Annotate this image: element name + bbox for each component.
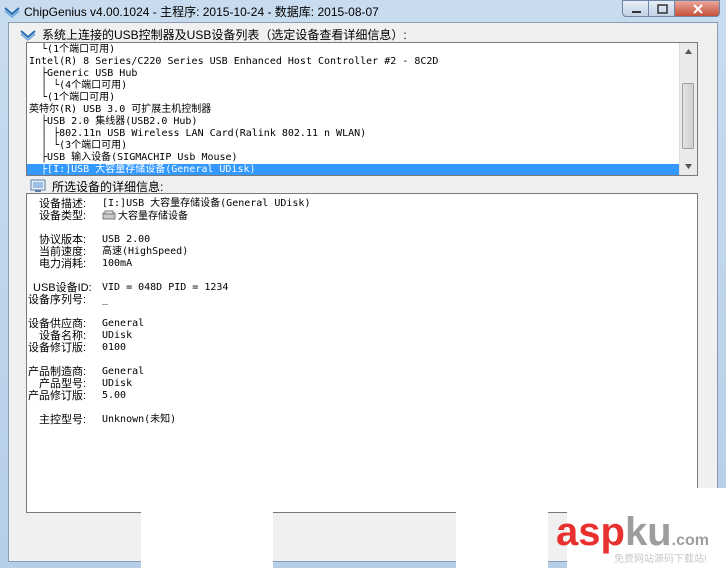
minimize-icon xyxy=(632,11,641,13)
field-value: VID = 048D PID = 1234 xyxy=(102,282,229,293)
maximize-button[interactable] xyxy=(648,0,675,17)
field-label: 设备描述: xyxy=(39,198,87,210)
maximize-icon xyxy=(657,4,668,14)
field-value: 100mA xyxy=(102,258,133,269)
field-value: 高速(HighSpeed) xyxy=(102,246,189,257)
list-item[interactable]: └(1个端口可用) xyxy=(29,92,115,104)
watermark-subtitle: 免费网站源码下载站! xyxy=(614,554,707,565)
field-value: Unknown(未知) xyxy=(102,414,177,425)
list-item[interactable]: ├Generic USB Hub xyxy=(29,68,137,80)
app-icon xyxy=(4,7,20,18)
scroll-down-icon[interactable] xyxy=(680,158,697,175)
field-label: 设备修订版: xyxy=(28,342,87,354)
field-value: [I:]USB 大容量存储设备(General UDisk) xyxy=(102,198,311,209)
list-item[interactable]: │ ├802.11n USB Wireless LAN Card(Ralink … xyxy=(29,128,366,140)
storage-device-icon xyxy=(102,210,116,220)
field-label: 设备名称: xyxy=(39,330,87,342)
field-label: 电力消耗: xyxy=(39,258,87,270)
field-value: 0100 xyxy=(102,342,127,353)
list-item[interactable]: ├USB 2.0 集线器(USB2.0 Hub) xyxy=(29,116,197,128)
list-item[interactable]: ├USB 输入设备(SIGMACHIP Usb Mouse) xyxy=(29,152,238,164)
field-value: UDisk xyxy=(102,330,133,341)
list-item[interactable]: └(1个端口可用) xyxy=(29,44,115,56)
field-value: 5.00 xyxy=(102,390,127,401)
field-label: 产品型号: xyxy=(39,378,87,390)
field-label: 当前速度: xyxy=(39,246,87,258)
field-value: USB 2.00 xyxy=(102,234,151,245)
redaction-block xyxy=(456,503,548,568)
device-list-scrollbar[interactable] xyxy=(679,43,697,175)
field-value: General xyxy=(102,366,145,377)
close-icon xyxy=(693,4,703,14)
window-title: ChipGenius v4.00.1024 - 主程序: 2015-10-24 … xyxy=(24,5,379,19)
list-item[interactable]: 英特尔(R) USB 3.0 可扩展主机控制器 xyxy=(29,104,211,116)
field-label: 设备类型: xyxy=(39,210,87,222)
close-button[interactable] xyxy=(674,0,720,17)
list-item[interactable]: │ └(4个端口可用) xyxy=(29,80,127,92)
field-value: UDisk xyxy=(102,378,133,389)
field-value-text: 大容量存储设备 xyxy=(118,211,188,222)
field-label: 协议版本: xyxy=(39,234,87,246)
device-list-header-label: 系统上连接的USB控制器及USB设备列表（选定设备查看详细信息）: xyxy=(42,28,407,42)
field-label: 产品修订版: xyxy=(28,390,87,402)
details-panel[interactable]: 设备描述: [I:]USB 大容量存储设备(General UDisk) 设备类… xyxy=(26,193,698,513)
field-value: 大容量存储设备 xyxy=(102,210,188,223)
minimize-button[interactable] xyxy=(622,0,649,17)
scrollbar-thumb[interactable] xyxy=(682,83,694,149)
redaction-block xyxy=(141,508,273,568)
field-label: USB设备ID: xyxy=(33,282,92,294)
list-item[interactable]: Intel(R) 8 Series/C220 Series USB Enhanc… xyxy=(29,56,438,68)
list-item[interactable]: │ └(3个端口可用) xyxy=(29,140,127,152)
list-item-selected[interactable]: ├[I:]USB 大容量存储设备(General UDisk) xyxy=(27,164,681,175)
scroll-up-icon[interactable] xyxy=(680,43,697,60)
field-value: _ xyxy=(102,294,109,305)
usb-tree-icon xyxy=(20,30,36,41)
field-label: 设备供应商: xyxy=(28,318,87,330)
device-list[interactable]: └(1个端口可用) Intel(R) 8 Series/C220 Series … xyxy=(26,42,698,176)
details-icon xyxy=(30,179,46,192)
field-label: 产品制造商: xyxy=(28,366,87,378)
title-bar[interactable]: ChipGenius v4.00.1024 - 主程序: 2015-10-24 … xyxy=(0,0,726,22)
field-value: General xyxy=(102,318,145,329)
field-label: 主控型号: xyxy=(39,414,87,426)
app-window: ChipGenius v4.00.1024 - 主程序: 2015-10-24 … xyxy=(0,0,726,568)
field-label: 设备序列号: xyxy=(28,294,87,306)
